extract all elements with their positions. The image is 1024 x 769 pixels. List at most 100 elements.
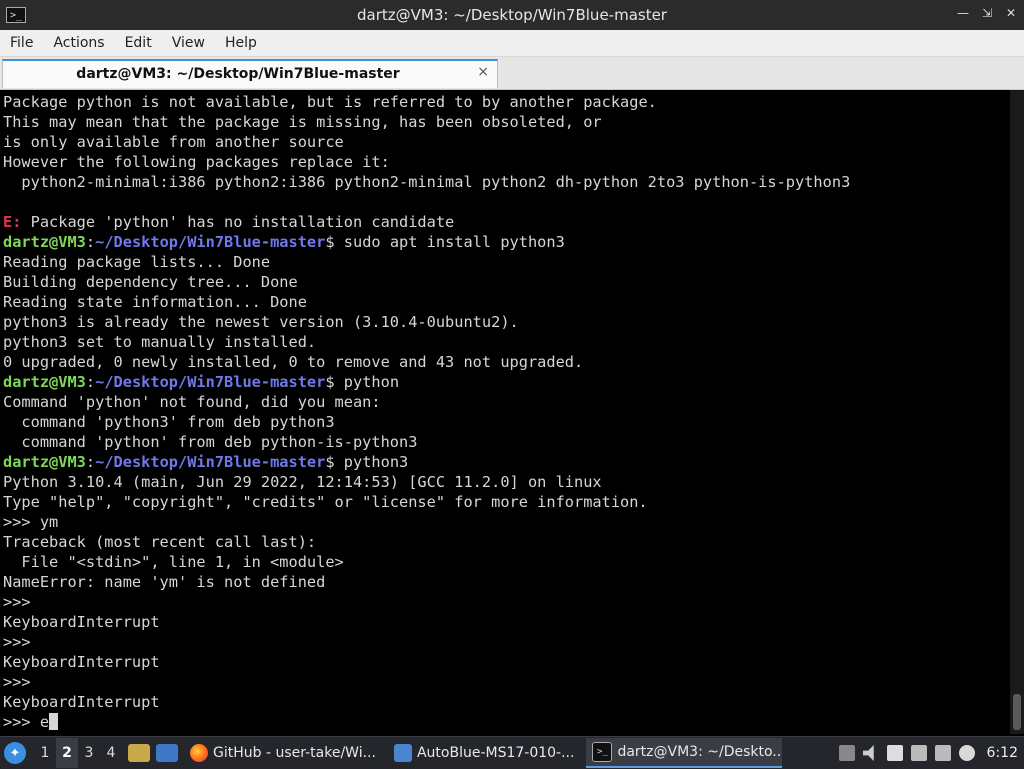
maximize-icon[interactable]: ⇲ bbox=[980, 6, 994, 20]
terminal-text: >>> ym bbox=[3, 513, 59, 531]
terminal-line: Traceback (most recent call last): bbox=[3, 532, 1010, 552]
terminal-text: ~/Desktop/Win7Blue-master bbox=[95, 233, 326, 251]
terminal-text: >>> bbox=[3, 593, 31, 611]
terminal-text: Python 3.10.4 (main, Jun 29 2022, 12:14:… bbox=[3, 473, 602, 491]
folder-icon bbox=[393, 744, 412, 762]
display-icon[interactable] bbox=[910, 745, 927, 761]
terminal-text: : bbox=[85, 453, 96, 471]
terminal-line: Python 3.10.4 (main, Jun 29 2022, 12:14:… bbox=[3, 472, 1010, 492]
clipboard-icon[interactable] bbox=[886, 745, 903, 761]
terminal-output[interactable]: Package python is not available, but is … bbox=[0, 90, 1010, 734]
terminal-line: command 'python' from deb python-is-pyth… bbox=[3, 432, 1010, 452]
terminal-line: Package python is not available, but is … bbox=[3, 92, 1010, 112]
terminal-line: >>> bbox=[3, 632, 1010, 652]
start-menu-icon[interactable]: ✦ bbox=[4, 742, 26, 764]
terminal-tab[interactable]: dartz@VM3: ~/Desktop/Win7Blue-master × bbox=[2, 59, 498, 88]
terminal-text: File "<stdin>", line 1, in <module> bbox=[3, 553, 344, 571]
text-cursor bbox=[49, 713, 59, 730]
file-manager-icon[interactable] bbox=[128, 744, 150, 762]
power-icon[interactable] bbox=[958, 745, 975, 761]
terminal-line: >>> bbox=[3, 592, 1010, 612]
terminal-line: KeyboardInterrupt bbox=[3, 692, 1010, 712]
terminal-text: Package python is not available, but is … bbox=[3, 93, 657, 111]
volume-icon[interactable] bbox=[862, 745, 874, 761]
terminal-line: However the following packages replace i… bbox=[3, 152, 1010, 172]
terminal-text: Reading package lists... Done bbox=[3, 253, 271, 271]
terminal-text: $ sudo apt install python3 bbox=[325, 233, 565, 251]
terminal-text: command 'python3' from deb python3 bbox=[3, 413, 335, 431]
minimize-icon[interactable]: — bbox=[956, 6, 970, 20]
task-terminal[interactable]: >_ dartz@VM3: ~/Deskto... bbox=[586, 738, 783, 768]
menu-actions[interactable]: Actions bbox=[43, 30, 114, 56]
clock[interactable]: 6:12 bbox=[987, 745, 1018, 761]
show-desktop-icon[interactable] bbox=[156, 744, 178, 762]
workspace-4[interactable]: 4 bbox=[100, 745, 122, 761]
terminal-text: >>> bbox=[3, 633, 31, 651]
terminal-text: python3 set to manually installed. bbox=[3, 333, 317, 351]
taskbar: ✦ 1 2 3 4 GitHub - user-take/Wi... AutoB… bbox=[0, 736, 1024, 769]
terminal-line: This may mean that the package is missin… bbox=[3, 112, 1010, 132]
terminal-scrollbar[interactable] bbox=[1010, 90, 1024, 734]
network-icon[interactable] bbox=[934, 745, 951, 761]
terminal-text: : bbox=[85, 373, 96, 391]
terminal-text: python3 is already the newest version (3… bbox=[3, 313, 519, 331]
menu-edit[interactable]: Edit bbox=[115, 30, 162, 56]
terminal-text: ~/Desktop/Win7Blue-master bbox=[95, 453, 326, 471]
terminal-text: E: bbox=[3, 213, 22, 231]
terminal-text: KeyboardInterrupt bbox=[3, 693, 160, 711]
menu-bar: File Actions Edit View Help bbox=[0, 30, 1024, 57]
terminal-line: 0 upgraded, 0 newly installed, 0 to remo… bbox=[3, 352, 1010, 372]
terminal-lines: Package python is not available, but is … bbox=[0, 90, 1010, 732]
terminal-line: python2-minimal:i386 python2:i386 python… bbox=[3, 172, 1010, 192]
task-firefox[interactable]: GitHub - user-take/Wi... bbox=[184, 738, 382, 768]
terminal-text: Command 'python' not found, did you mean… bbox=[3, 393, 381, 411]
terminal-text: : bbox=[85, 233, 96, 251]
task-file-manager[interactable]: AutoBlue-MS17-010-... bbox=[388, 738, 581, 768]
terminal-text: dartz@VM3 bbox=[3, 373, 86, 391]
terminal-text: Traceback (most recent call last): bbox=[3, 533, 317, 551]
terminal-line: python3 is already the newest version (3… bbox=[3, 312, 1010, 332]
terminal-line: File "<stdin>", line 1, in <module> bbox=[3, 552, 1010, 572]
task-label: GitHub - user-take/Wi... bbox=[213, 745, 376, 761]
terminal-line: E: Package 'python' has no installation … bbox=[3, 212, 1010, 232]
terminal-line: Building dependency tree... Done bbox=[3, 272, 1010, 292]
terminal-text: Reading state information... Done bbox=[3, 293, 307, 311]
tab-close-icon[interactable]: × bbox=[477, 64, 489, 80]
window-controls: — ⇲ ✕ bbox=[956, 6, 1018, 20]
terminal-line: python3 set to manually installed. bbox=[3, 332, 1010, 352]
terminal-line: Type "help", "copyright", "credits" or "… bbox=[3, 492, 1010, 512]
terminal-line: dartz@VM3:~/Desktop/Win7Blue-master$ pyt… bbox=[3, 452, 1010, 472]
terminal-text: >>> e bbox=[3, 713, 50, 731]
close-icon[interactable]: ✕ bbox=[1004, 6, 1018, 20]
terminal-text: $ python3 bbox=[325, 453, 409, 471]
terminal-line: >>> ym bbox=[3, 512, 1010, 532]
terminal-text: KeyboardInterrupt bbox=[3, 653, 160, 671]
menu-file[interactable]: File bbox=[0, 30, 43, 56]
terminal-text: >>> bbox=[3, 673, 31, 691]
menu-help[interactable]: Help bbox=[215, 30, 267, 56]
scrollbar-thumb[interactable] bbox=[1013, 694, 1021, 730]
terminal-line: Command 'python' not found, did you mean… bbox=[3, 392, 1010, 412]
firefox-icon bbox=[190, 744, 208, 762]
terminal-text: This may mean that the package is missin… bbox=[3, 113, 602, 131]
menu-view[interactable]: View bbox=[162, 30, 215, 56]
terminal-line: Reading package lists... Done bbox=[3, 252, 1010, 272]
terminal-text: 0 upgraded, 0 newly installed, 0 to remo… bbox=[3, 353, 584, 371]
terminal-text: NameError: name 'ym' is not defined bbox=[3, 573, 326, 591]
terminal-line: command 'python3' from deb python3 bbox=[3, 412, 1010, 432]
workspace-1[interactable]: 1 bbox=[34, 745, 56, 761]
terminal-text: $ python bbox=[325, 373, 400, 391]
terminal-line: KeyboardInterrupt bbox=[3, 612, 1010, 632]
terminal-line: Reading state information... Done bbox=[3, 292, 1010, 312]
terminal-line: is only available from another source bbox=[3, 132, 1010, 152]
title-bar: >_ dartz@VM3: ~/Desktop/Win7Blue-master … bbox=[0, 0, 1024, 30]
terminal-line: dartz@VM3:~/Desktop/Win7Blue-master$ pyt… bbox=[3, 372, 1010, 392]
terminal-line: >>> e bbox=[3, 712, 1010, 732]
upload-icon[interactable] bbox=[838, 745, 855, 761]
system-tray: 6:12 bbox=[838, 737, 1024, 769]
workspace-3[interactable]: 3 bbox=[78, 745, 100, 761]
terminal-text: However the following packages replace i… bbox=[3, 153, 390, 171]
workspace-2[interactable]: 2 bbox=[56, 738, 78, 768]
terminal-line: dartz@VM3:~/Desktop/Win7Blue-master$ sud… bbox=[3, 232, 1010, 252]
